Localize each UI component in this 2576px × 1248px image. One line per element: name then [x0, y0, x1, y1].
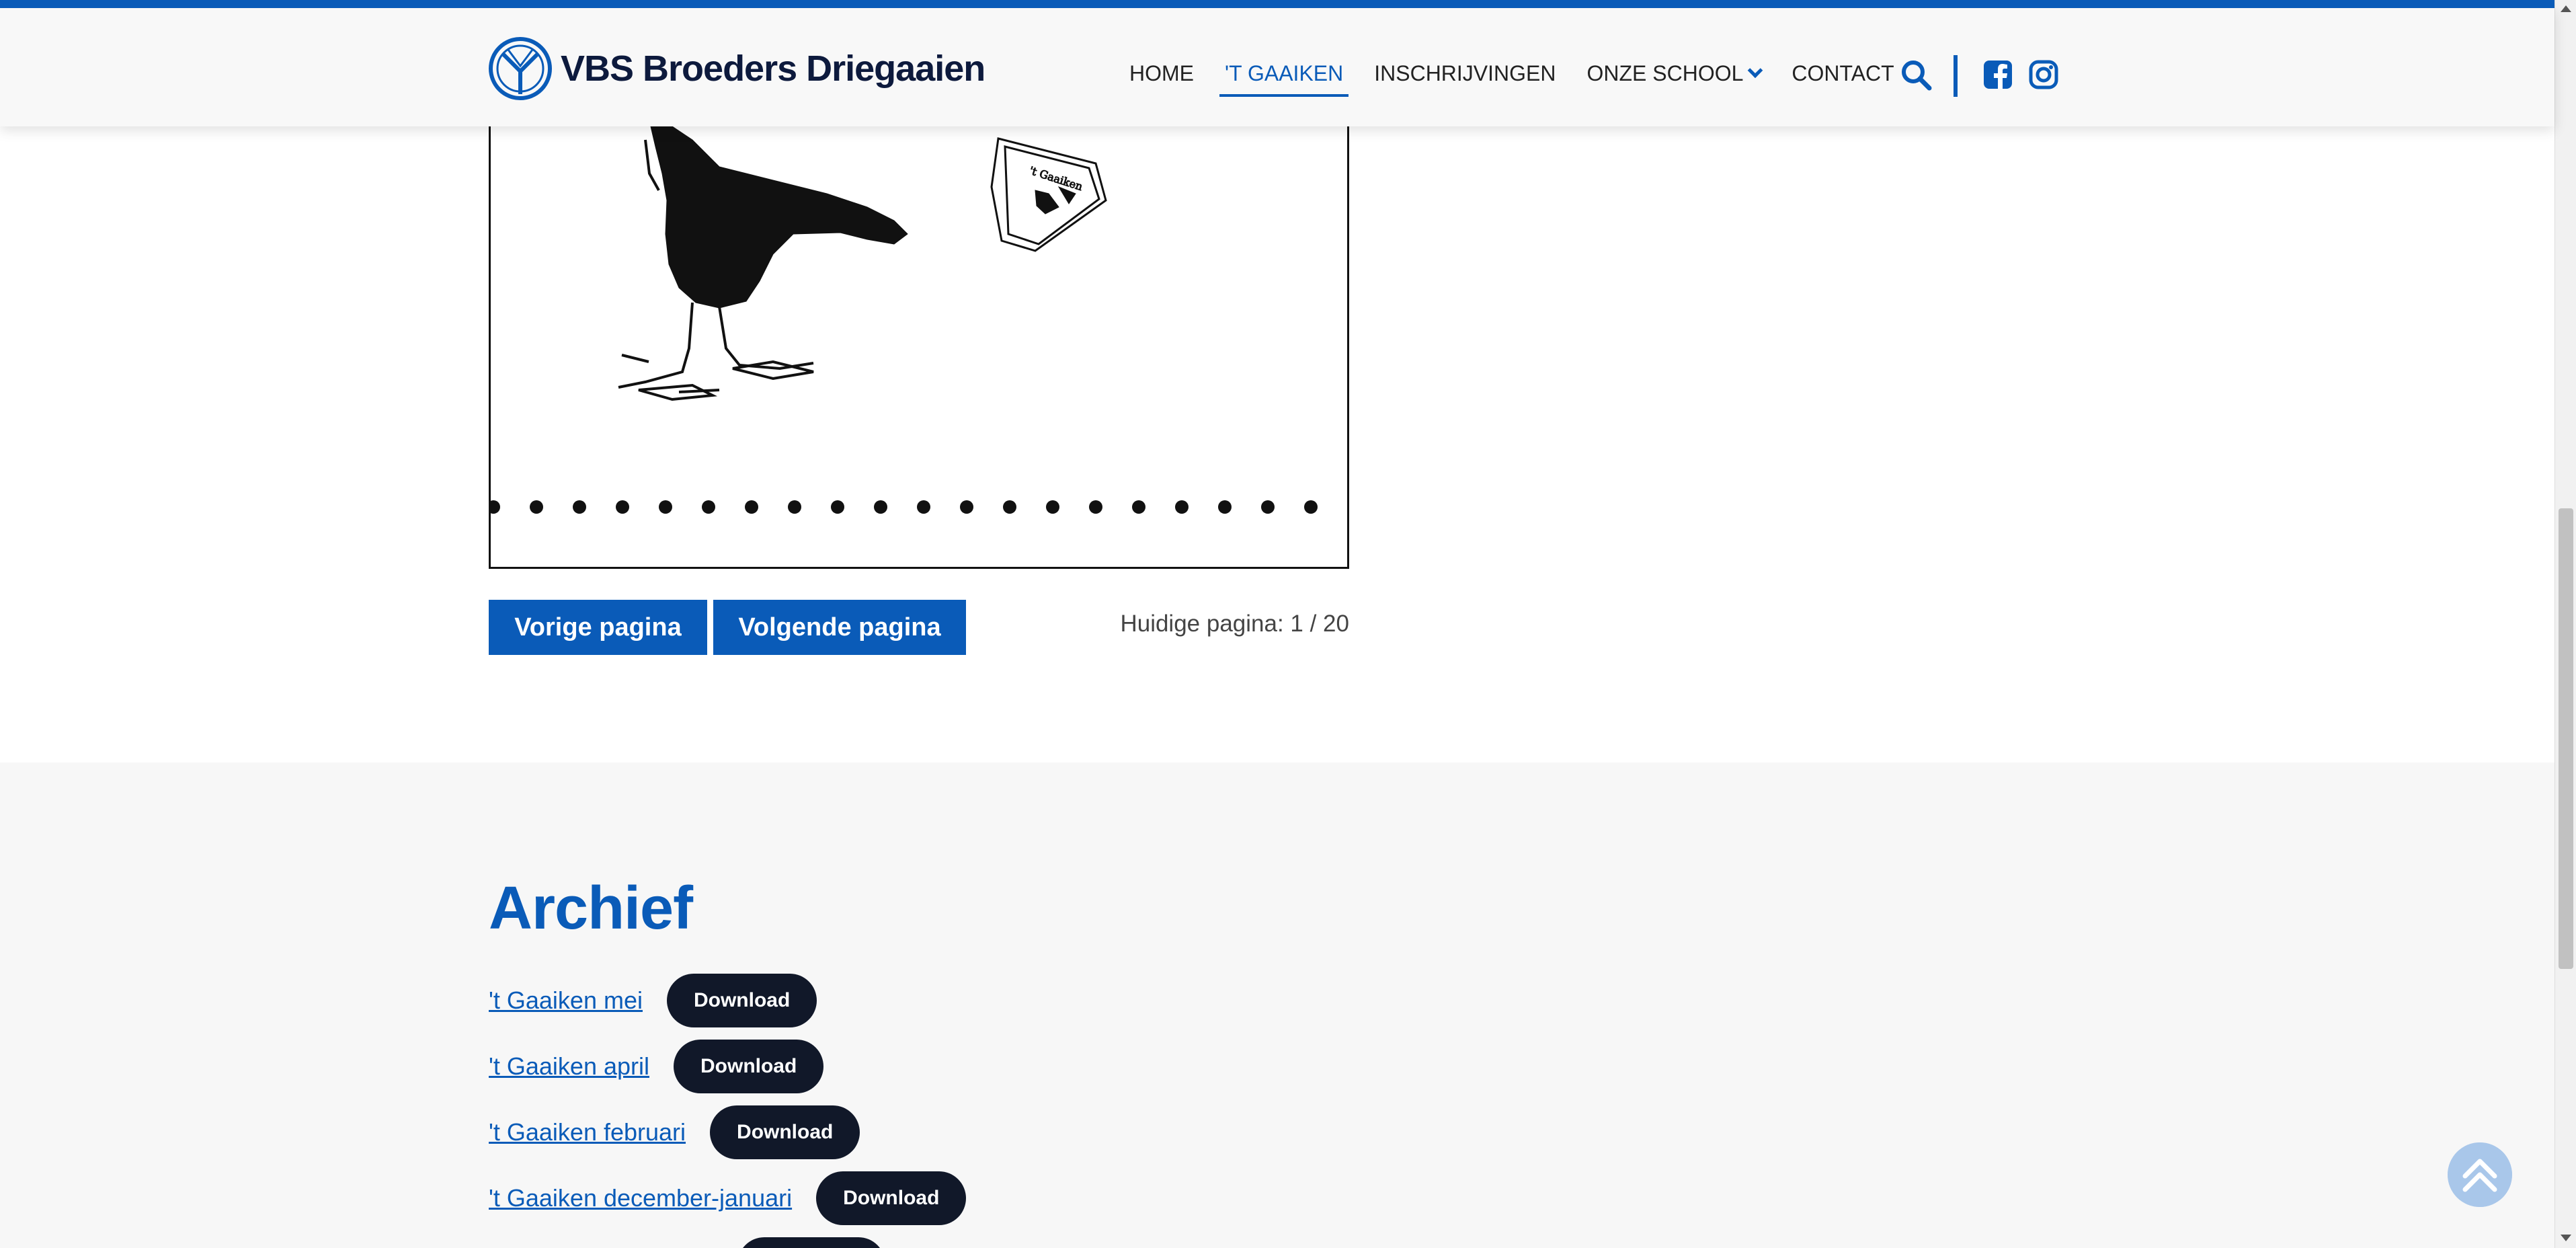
archive-item-link[interactable]: 't Gaaiken april [489, 1052, 649, 1081]
site-header: VBS Broeders Driegaaien HOME 'T GAAIKEN … [0, 8, 2554, 126]
illustration-dot [530, 500, 543, 514]
archive-item-partial [489, 1237, 885, 1248]
archive-item: 't Gaaiken februari Download [489, 1105, 860, 1159]
illustration-dot [1089, 500, 1102, 514]
logo-text: VBS Broeders Driegaaien [561, 48, 985, 89]
archive-item: 't Gaaiken april Download [489, 1040, 824, 1093]
nav-item-inschrijvingen[interactable]: INSCHRIJVINGEN [1374, 50, 1556, 97]
main-nav: HOME 'T GAAIKEN INSCHRIJVINGEN ONZE SCHO… [1129, 50, 1925, 97]
illustration-dot [788, 500, 801, 514]
instagram-icon[interactable] [2027, 58, 2060, 91]
chevron-down-icon [1748, 63, 1763, 79]
archive-item-link[interactable]: 't Gaaiken mei [489, 986, 643, 1015]
nav-label: 'T GAAIKEN [1225, 61, 1344, 85]
illustration-dot [1132, 500, 1145, 514]
header-divider [1954, 55, 1958, 97]
illustration-dot [1218, 500, 1232, 514]
download-button-partial[interactable] [737, 1237, 885, 1248]
illustration-dot [831, 500, 844, 514]
scroll-down-arrow-icon[interactable] [2561, 1235, 2571, 1241]
archive-item: 't Gaaiken december-januari Download [489, 1171, 967, 1225]
archive-item: 't Gaaiken mei Download [489, 974, 817, 1027]
search-icon[interactable] [1900, 58, 1932, 91]
previous-page-button[interactable]: Vorige pagina [489, 600, 707, 655]
illustration-dot [1261, 500, 1275, 514]
archive-title: Archief [489, 875, 693, 942]
download-button[interactable]: Download [710, 1105, 860, 1159]
illustration-dot [1304, 500, 1318, 514]
illustration-dot [1003, 500, 1016, 514]
illustration-dot [491, 500, 500, 514]
scrollbar-thumb[interactable] [2559, 508, 2573, 969]
nav-item-home[interactable]: HOME [1129, 50, 1194, 97]
logo-mark-icon [489, 37, 552, 100]
illustration-dot [745, 500, 758, 514]
back-to-top-button[interactable] [2448, 1142, 2512, 1207]
newsletter-illustration: 't Gaaiken [491, 126, 1318, 514]
scroll-up-arrow-icon[interactable] [2561, 5, 2571, 12]
download-button[interactable]: Download [674, 1040, 824, 1093]
archive-item-link[interactable]: 't Gaaiken december-januari [489, 1184, 792, 1212]
download-button[interactable]: Download [666, 974, 817, 1027]
facebook-icon[interactable] [1982, 58, 2014, 91]
illustration-dot [1175, 500, 1189, 514]
archive-item-link[interactable]: 't Gaaiken februari [489, 1118, 686, 1146]
illustration-dot [616, 500, 629, 514]
illustration-dot [573, 500, 586, 514]
download-button[interactable]: Download [816, 1171, 967, 1225]
illustration-dot [917, 500, 930, 514]
site-logo[interactable]: VBS Broeders Driegaaien [488, 36, 985, 101]
illustration-dot [659, 500, 672, 514]
next-page-button[interactable]: Volgende pagina [713, 600, 966, 655]
illustration-dot [960, 500, 973, 514]
top-accent-bar [0, 0, 2554, 8]
nav-item-onze-school[interactable]: ONZE SCHOOL [1586, 50, 1763, 97]
archive-section [0, 763, 2554, 1248]
nav-item-gaaiken[interactable]: 'T GAAIKEN [1219, 50, 1349, 97]
scrollbar[interactable] [2554, 0, 2576, 1248]
newsletter-page-viewer: 't Gaaiken [489, 126, 1349, 569]
illustration-dot [702, 500, 715, 514]
illustration-dot [874, 500, 887, 514]
illustration-dot [1046, 500, 1059, 514]
nav-item-contact[interactable]: CONTACT [1792, 50, 1894, 97]
nav-label: CONTACT [1792, 61, 1894, 85]
nav-label: HOME [1129, 61, 1194, 85]
page-indicator: Huidige pagina: 1 / 20 [1120, 611, 1349, 637]
nav-label: INSCHRIJVINGEN [1374, 61, 1556, 85]
nav-label: ONZE SCHOOL [1586, 61, 1744, 85]
